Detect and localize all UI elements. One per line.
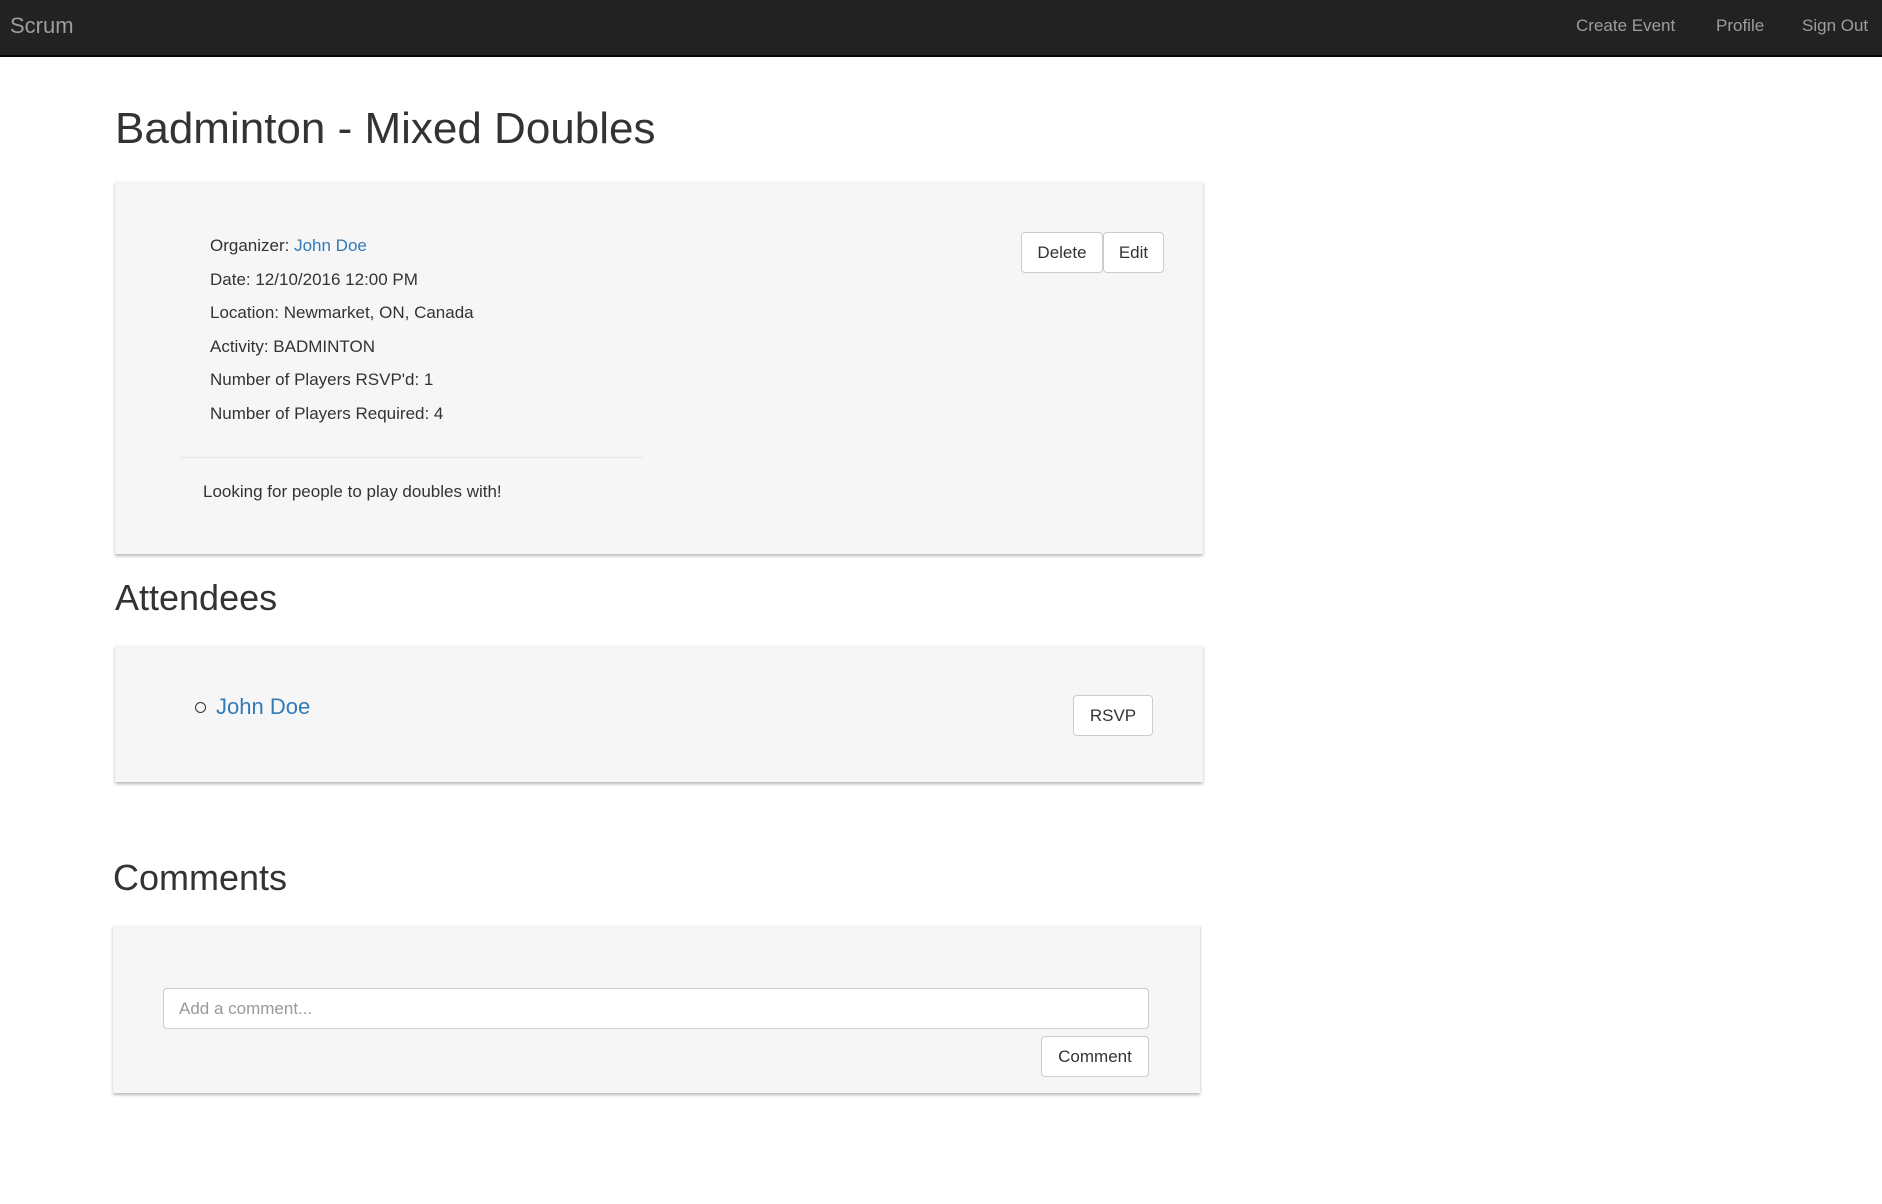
players-required: Number of Players Required: 4 [210,404,444,423]
bullet-icon [195,702,206,713]
organizer-label: Organizer: [210,236,295,255]
event-date: Date: 12/10/2016 12:00 PM [210,270,418,289]
divider [180,457,643,458]
comment-input[interactable] [163,988,1149,1029]
comments-heading: Comments [113,857,288,898]
edit-button[interactable]: Edit [1103,232,1164,273]
attendee-link[interactable]: John Doe [216,694,310,720]
organizer-line: Organizer: John Doe [210,236,367,256]
attendees-heading: Attendees [115,577,278,618]
comment-button[interactable]: Comment [1041,1036,1149,1077]
event-description: Looking for people to play doubles with! [203,482,502,501]
event-activity: Activity: BADMINTON [210,337,375,356]
rsvp-button[interactable]: RSVP [1073,695,1153,736]
rsvp-count: Number of Players RSVP'd: 1 [210,370,434,389]
event-location: Location: Newmarket, ON, Canada [210,303,474,322]
delete-button[interactable]: Delete [1021,232,1103,273]
nav-profile[interactable]: Profile [1716,16,1764,36]
brand-link[interactable]: Scrum [10,13,74,39]
nav-sign-out[interactable]: Sign Out [1802,16,1868,36]
page-title: Badminton - Mixed Doubles [115,104,656,153]
organizer-link[interactable]: John Doe [294,236,367,255]
nav-create-event[interactable]: Create Event [1576,16,1675,36]
navbar: Scrum Create Event Profile Sign Out [0,0,1882,57]
